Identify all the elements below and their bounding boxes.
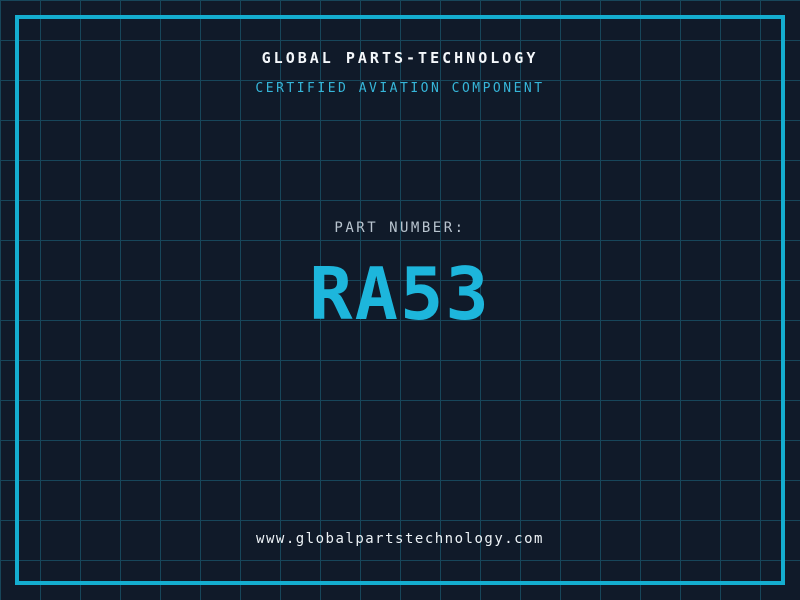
part-number-label: PART NUMBER: <box>334 220 466 236</box>
company-name: GLOBAL PARTS-TECHNOLOGY <box>261 49 539 67</box>
certification-tagline: CERTIFIED AVIATION COMPONENT <box>255 81 545 96</box>
certificate-screen: GLOBAL PARTS-TECHNOLOGY CERTIFIED AVIATI… <box>0 0 800 600</box>
part-number-value: RA53 <box>309 252 491 336</box>
website-url: www.globalpartstechnology.com <box>256 531 544 547</box>
